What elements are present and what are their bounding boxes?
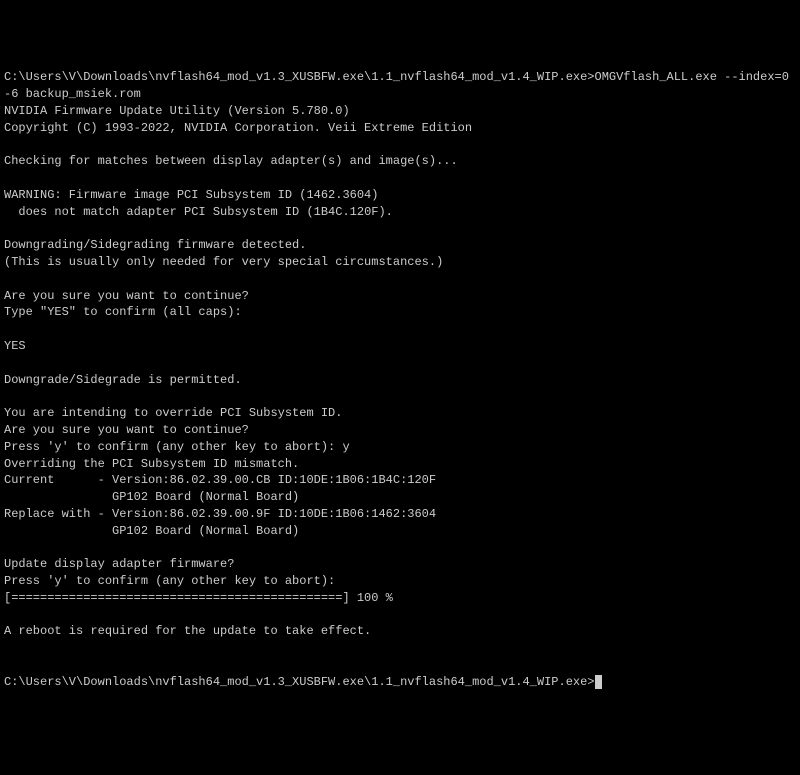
terminal-line: NVIDIA Firmware Update Utility (Version … (4, 103, 796, 120)
terminal-line: does not match adapter PCI Subsystem ID … (4, 204, 796, 221)
terminal-line (4, 321, 796, 338)
terminal-line: Downgrading/Sidegrading firmware detecte… (4, 237, 796, 254)
terminal-line: Type "YES" to confirm (all caps): (4, 304, 796, 321)
terminal-line: Current - Version:86.02.39.00.CB ID:10DE… (4, 472, 796, 489)
terminal-line: Are you sure you want to continue? (4, 422, 796, 439)
terminal-line: (This is usually only needed for very sp… (4, 254, 796, 271)
terminal-line: [=======================================… (4, 590, 796, 607)
terminal-line: Replace with - Version:86.02.39.00.9F ID… (4, 506, 796, 523)
terminal-line (4, 220, 796, 237)
terminal-line (4, 170, 796, 187)
terminal-line (4, 388, 796, 405)
terminal-line (4, 607, 796, 624)
terminal-line: GP102 Board (Normal Board) (4, 489, 796, 506)
terminal-line: Copyright (C) 1993-2022, NVIDIA Corporat… (4, 120, 796, 137)
terminal-line: GP102 Board (Normal Board) (4, 523, 796, 540)
terminal-line: C:\Users\V\Downloads\nvflash64_mod_v1.3_… (4, 69, 796, 103)
terminal-line: Downgrade/Sidegrade is permitted. (4, 372, 796, 389)
terminal-output: C:\Users\V\Downloads\nvflash64_mod_v1.3_… (4, 69, 796, 674)
terminal-line: A reboot is required for the update to t… (4, 623, 796, 640)
cursor[interactable] (595, 675, 602, 689)
terminal-line: Checking for matches between display ada… (4, 153, 796, 170)
terminal-line (4, 136, 796, 153)
terminal-line: Overriding the PCI Subsystem ID mismatch… (4, 456, 796, 473)
terminal-line: YES (4, 338, 796, 355)
terminal-line (4, 657, 796, 674)
terminal-line (4, 640, 796, 657)
terminal-line: Update display adapter firmware? (4, 556, 796, 573)
terminal-line (4, 271, 796, 288)
terminal-line: Press 'y' to confirm (any other key to a… (4, 439, 796, 456)
terminal-line: WARNING: Firmware image PCI Subsystem ID… (4, 187, 796, 204)
terminal-line: You are intending to override PCI Subsys… (4, 405, 796, 422)
terminal-line: Press 'y' to confirm (any other key to a… (4, 573, 796, 590)
terminal-line (4, 355, 796, 372)
prompt: C:\Users\V\Downloads\nvflash64_mod_v1.3_… (4, 675, 595, 689)
terminal-line: Are you sure you want to continue? (4, 288, 796, 305)
terminal-line (4, 540, 796, 557)
